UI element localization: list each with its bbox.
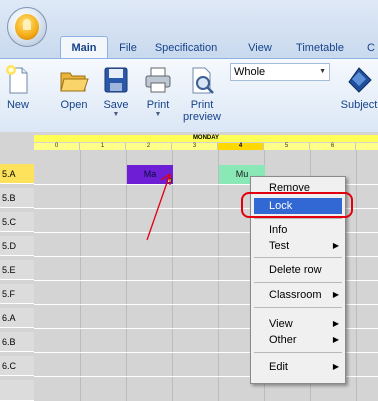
- grid-column-divider: [126, 150, 127, 401]
- view-mode-combobox[interactable]: Whole ▼: [230, 63, 330, 81]
- menu-separator: [254, 307, 342, 308]
- menu-separator: [254, 282, 342, 283]
- menu-item-label: Other: [269, 334, 297, 346]
- grid-column-divider: [80, 150, 81, 401]
- menu-item-edit[interactable]: Edit ▶: [254, 359, 342, 375]
- menu-separator: [254, 218, 342, 219]
- row-label-5f[interactable]: 5.F: [0, 284, 34, 304]
- tab-c[interactable]: C: [364, 38, 378, 58]
- subject-book-icon: [348, 67, 372, 93]
- menu-item-label: Info: [269, 224, 288, 236]
- tab-timetable[interactable]: Timetable: [290, 38, 350, 58]
- menu-separator: [254, 352, 342, 353]
- period-header-cell-current: 4: [218, 143, 264, 150]
- print-preview-button[interactable]: Print preview: [180, 61, 224, 129]
- period-header-cell: 0: [34, 143, 80, 150]
- grid-column-divider: [356, 150, 357, 401]
- tab-view[interactable]: View: [242, 38, 278, 58]
- menu-item-label: Classroom: [269, 289, 322, 301]
- menu-item-label: Delete row: [269, 264, 322, 276]
- period-header-cell: 6: [310, 143, 356, 150]
- open-button[interactable]: Open: [56, 61, 92, 129]
- row-label-5d[interactable]: 5.D: [0, 236, 34, 256]
- row-label-5b[interactable]: 5.B: [0, 188, 34, 208]
- ribbon-tabs: Main File Specification View Timetable C: [50, 36, 378, 58]
- new-button[interactable]: New: [0, 61, 36, 129]
- annotation-arrow-icon: [146, 173, 171, 241]
- save-button[interactable]: Save ▼: [98, 61, 134, 129]
- lock-highlight-annotation: [241, 192, 353, 218]
- row-label-5c[interactable]: 5.C: [0, 212, 34, 232]
- print-label: Print: [146, 99, 170, 111]
- period-header: 0 1 2 3 4 5 6: [34, 143, 378, 150]
- menu-item-classroom[interactable]: Classroom ▶: [254, 287, 342, 303]
- tab-file[interactable]: File: [112, 38, 144, 58]
- chevron-down-icon[interactable]: ▼: [319, 64, 326, 80]
- period-header-cell: 3: [172, 143, 218, 150]
- submenu-arrow-icon: ▶: [332, 290, 339, 299]
- print-dropdown-icon[interactable]: ▼: [140, 111, 176, 119]
- row-label-5e[interactable]: 5.E: [0, 260, 34, 280]
- menu-separator: [254, 257, 342, 258]
- grid-column-divider: [218, 150, 219, 401]
- floppy-disk-icon: [104, 67, 128, 93]
- printer-icon: [145, 67, 171, 93]
- ribbon-title-bar: Main File Specification View Timetable C: [0, 0, 378, 58]
- subject-label: Subject: [340, 99, 378, 111]
- submenu-arrow-icon: ▶: [332, 319, 339, 328]
- save-dropdown-icon[interactable]: ▼: [98, 111, 134, 119]
- subject-button[interactable]: Subject: [340, 61, 378, 129]
- menu-item-label: Edit: [269, 361, 288, 373]
- folder-icon: [60, 72, 89, 92]
- row-label-5a[interactable]: 5.A: [0, 164, 34, 184]
- save-label: Save: [103, 99, 129, 111]
- submenu-arrow-icon: ▶: [332, 335, 339, 344]
- menu-item-label: Test: [269, 240, 290, 252]
- period-header-cell: 1: [80, 143, 126, 150]
- new-label: New: [6, 99, 29, 111]
- open-label: Open: [60, 99, 88, 111]
- print-preview-icon: [192, 67, 214, 94]
- print-button[interactable]: Print ▼: [140, 61, 176, 129]
- menu-item-other[interactable]: Other ▶: [254, 332, 342, 348]
- bell-icon: [15, 14, 39, 40]
- row-label-6a[interactable]: 6.A: [0, 308, 34, 328]
- period-header-cell: 5: [264, 143, 310, 150]
- row-label-6c[interactable]: 6.C: [0, 356, 34, 376]
- row-label-6b[interactable]: 6.B: [0, 332, 34, 352]
- row-label-partial: [0, 380, 34, 401]
- menu-item-test[interactable]: Test ▶: [254, 238, 342, 254]
- submenu-arrow-icon: ▶: [332, 362, 339, 371]
- menu-item-info[interactable]: Info: [254, 222, 342, 238]
- view-mode-value: Whole: [234, 66, 266, 78]
- submenu-arrow-icon: ▶: [332, 241, 339, 250]
- application-menu-button[interactable]: [7, 7, 47, 47]
- period-header-cell: 2: [126, 143, 172, 150]
- menu-item-delete-row[interactable]: Delete row: [254, 262, 342, 278]
- print-preview-label: Print preview: [183, 99, 221, 123]
- tab-specification[interactable]: Specification: [146, 38, 226, 58]
- new-document-icon: [6, 65, 28, 94]
- tab-main[interactable]: Main: [60, 36, 108, 58]
- day-header: MONDAY: [34, 135, 378, 142]
- menu-item-view[interactable]: View ▶: [254, 316, 342, 332]
- menu-item-label: View: [269, 318, 293, 330]
